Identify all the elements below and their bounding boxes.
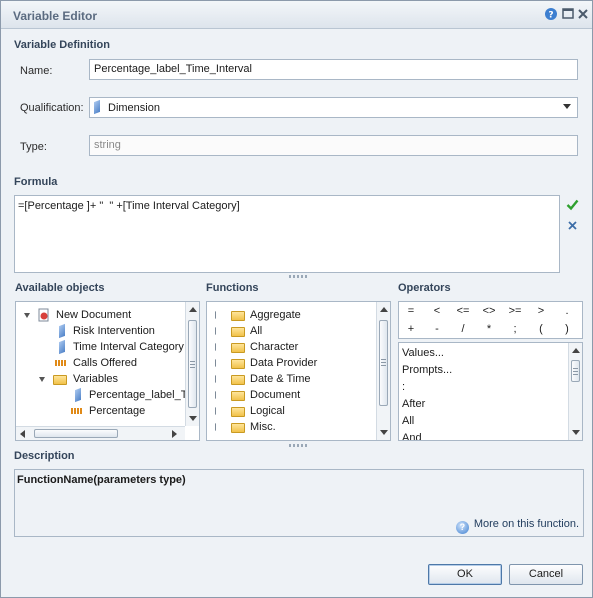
maximize-icon[interactable] [561, 7, 575, 21]
type-field: string [89, 135, 578, 156]
folder-icon [231, 311, 245, 321]
operator-minus[interactable]: - [425, 323, 449, 335]
variable-editor-dialog: Variable Editor ? Variable Definition Na… [0, 0, 593, 598]
formula-heading: Formula [14, 176, 58, 188]
folder-icon [231, 359, 245, 369]
cancel-button[interactable]: Cancel [509, 564, 583, 585]
operator-list-item[interactable]: : [402, 379, 405, 396]
expand-icon[interactable] [216, 375, 221, 383]
operator-less-than[interactable]: < [425, 305, 449, 317]
expand-icon[interactable] [216, 391, 221, 399]
name-input[interactable]: Percentage_label_Time_Interval [89, 59, 578, 80]
available-objects-heading: Available objects [15, 282, 105, 294]
expand-icon[interactable] [216, 327, 221, 335]
title-bar: Variable Editor ? [1, 1, 592, 29]
qualification-label: Qualification: [20, 102, 84, 114]
expand-icon[interactable] [216, 311, 221, 319]
variable-definition-heading: Variable Definition [14, 39, 110, 51]
function-signature: FunctionName(parameters type) [17, 474, 186, 486]
operator-multiply[interactable]: * [477, 323, 501, 335]
operator-list-item[interactable]: All [402, 413, 414, 430]
operator-close-paren[interactable]: ) [555, 323, 579, 335]
operator-greater-equal[interactable]: >= [503, 305, 527, 317]
operator-plus[interactable]: + [399, 323, 423, 335]
folder-icon [231, 391, 245, 401]
folder-icon [231, 407, 245, 417]
dimension-icon [59, 323, 65, 339]
check-icon[interactable] [566, 198, 579, 214]
operator-greater-than[interactable]: > [529, 305, 553, 317]
name-label: Name: [20, 65, 53, 77]
expand-icon[interactable] [216, 359, 221, 367]
ok-button[interactable]: OK [428, 564, 502, 585]
scroll-thumb[interactable] [571, 360, 580, 382]
folder-icon [231, 343, 245, 353]
description-heading: Description [14, 450, 75, 462]
type-label: Type: [20, 141, 47, 153]
functions-vscroll[interactable] [376, 302, 390, 440]
clear-icon[interactable] [567, 220, 578, 234]
scroll-down-icon[interactable] [572, 430, 580, 435]
folder-icon [231, 423, 245, 433]
scroll-up-icon[interactable] [189, 307, 197, 312]
collapse-icon[interactable] [39, 377, 45, 382]
operators-vscroll[interactable] [568, 343, 582, 440]
operator-not-equal[interactable]: <> [477, 305, 501, 317]
dimension-icon [75, 387, 81, 403]
qualification-value: Dimension [108, 102, 160, 114]
expand-icon[interactable] [216, 423, 221, 431]
formula-splitter[interactable] [289, 275, 307, 278]
operator-list-item[interactable]: And [402, 430, 422, 440]
qualification-select[interactable]: Dimension [89, 97, 578, 118]
window-title: Variable Editor [13, 9, 98, 23]
collapse-icon[interactable] [24, 313, 30, 318]
dimension-icon [59, 339, 65, 355]
operators-grid: = < <= <> >= > . + - / * ; ( ) [398, 301, 583, 339]
measure-icon [55, 360, 66, 366]
expand-icon[interactable] [216, 343, 221, 351]
operator-dot[interactable]: . [555, 305, 579, 317]
scroll-thumb[interactable] [379, 320, 388, 406]
folder-icon [231, 327, 245, 337]
folder-icon [53, 375, 67, 385]
formula-editor[interactable]: =[Percentage ]+ " " +[Time Interval Cate… [14, 195, 560, 273]
more-on-function-link[interactable]: ? More on this function. [455, 518, 579, 534]
scroll-up-icon[interactable] [572, 348, 580, 353]
help-icon[interactable]: ? [544, 7, 558, 21]
scroll-up-icon[interactable] [380, 307, 388, 312]
operator-less-equal[interactable]: <= [451, 305, 475, 317]
panels-splitter[interactable] [289, 444, 307, 447]
help-icon: ? [455, 521, 469, 534]
operator-list-item[interactable]: Prompts... [402, 362, 452, 379]
document-icon [37, 308, 51, 327]
operator-semicolon[interactable]: ; [503, 323, 527, 335]
operator-equals[interactable]: = [399, 305, 423, 317]
operators-list[interactable]: Values... Prompts... : After All And [398, 342, 583, 441]
measure-icon [71, 408, 82, 414]
dimension-icon [94, 99, 100, 115]
hscroll-thumb[interactable] [34, 429, 118, 438]
operator-divide[interactable]: / [451, 323, 475, 335]
operator-list-item[interactable]: Values... [402, 345, 444, 362]
operators-heading: Operators [398, 282, 451, 294]
chevron-down-icon [563, 104, 571, 109]
available-objects-tree[interactable]: New Document Risk Intervention Time Inte… [15, 301, 200, 441]
scroll-thumb[interactable] [188, 320, 197, 408]
functions-heading: Functions [206, 282, 259, 294]
folder-icon [231, 375, 245, 385]
available-objects-hscroll[interactable] [16, 426, 185, 440]
operator-list-item[interactable]: After [402, 396, 425, 413]
available-objects-vscroll[interactable] [185, 302, 199, 426]
close-icon[interactable] [576, 7, 590, 21]
svg-text:?: ? [548, 11, 553, 21]
scroll-down-icon[interactable] [189, 416, 197, 421]
expand-icon[interactable] [216, 407, 221, 415]
operator-open-paren[interactable]: ( [529, 323, 553, 335]
scroll-down-icon[interactable] [380, 430, 388, 435]
description-panel: FunctionName(parameters type) ? More on t… [14, 469, 584, 537]
functions-tree[interactable]: Aggregate All Character Data Provider Da… [206, 301, 391, 441]
